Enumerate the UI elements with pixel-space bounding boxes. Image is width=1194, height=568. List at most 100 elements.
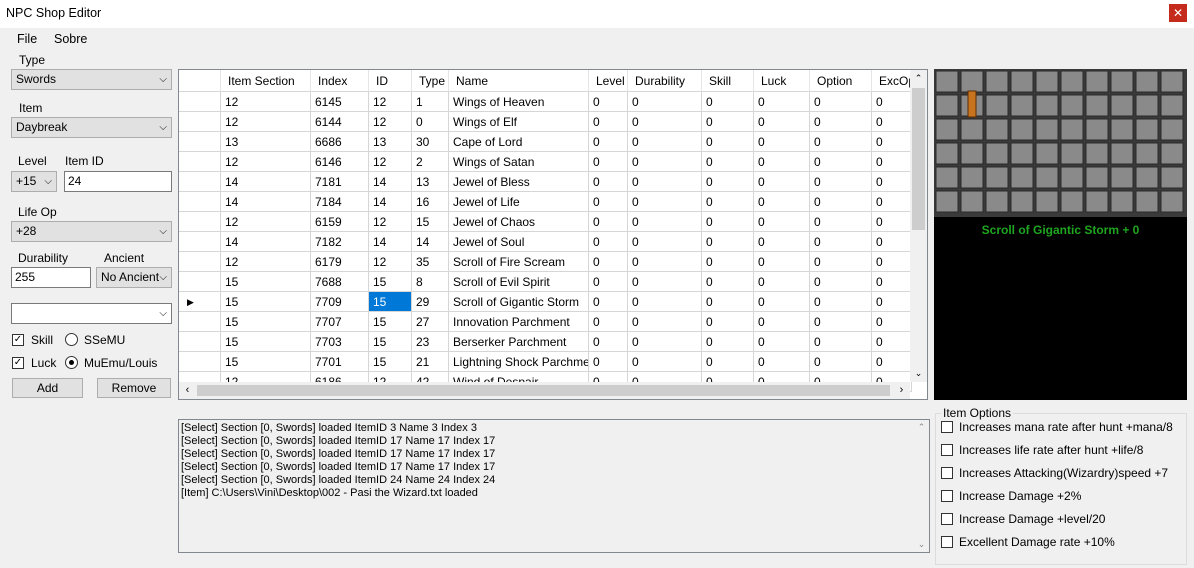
scroll-up-icon[interactable]: ⌃ xyxy=(910,70,927,87)
grid-cell[interactable]: 15 xyxy=(412,212,449,232)
grid-cell[interactable]: Jewel of Soul xyxy=(449,232,589,252)
grid-cell[interactable]: 7709 xyxy=(311,292,369,312)
row-header[interactable] xyxy=(179,172,221,192)
grid-cell[interactable]: 7688 xyxy=(311,272,369,292)
grid-cell[interactable]: 0 xyxy=(754,312,810,332)
grid-cell[interactable]: 0 xyxy=(628,292,702,312)
grid-cell[interactable]: 14 xyxy=(221,232,311,252)
row-header[interactable] xyxy=(179,312,221,332)
skill-checkbox[interactable]: ✓ xyxy=(12,334,24,346)
grid-cell[interactable]: 0 xyxy=(589,112,628,132)
grid-cell[interactable]: Scroll of Fire Scream xyxy=(449,252,589,272)
grid-cell[interactable]: 0 xyxy=(872,132,912,152)
grid-cell[interactable]: 0 xyxy=(702,352,754,372)
grid-cell[interactable]: 14 xyxy=(369,172,412,192)
grid-cell[interactable]: 15 xyxy=(369,292,412,312)
grid-cell[interactable]: 0 xyxy=(810,272,872,292)
grid-cell[interactable]: 0 xyxy=(702,232,754,252)
grid-cell[interactable]: 7184 xyxy=(311,192,369,212)
row-header[interactable] xyxy=(179,192,221,212)
scroll-down-icon[interactable]: ⌄ xyxy=(910,365,927,382)
items-grid[interactable]: Item Section Index ID Type Name Level Durabili… xyxy=(178,69,928,400)
grid-cell[interactable]: 21 xyxy=(412,352,449,372)
column-header[interactable]: ExcOp xyxy=(872,70,912,92)
grid-cell[interactable]: 15 xyxy=(221,292,311,312)
grid-cell[interactable]: 14 xyxy=(221,192,311,212)
grid-cell[interactable]: 8 xyxy=(412,272,449,292)
grid-cell[interactable]: 0 xyxy=(589,292,628,312)
menu-sobre[interactable]: Sobre xyxy=(54,32,87,46)
grid-cell[interactable]: Wings of Elf xyxy=(449,112,589,132)
grid-cell[interactable]: Berserker Parchment xyxy=(449,332,589,352)
grid-cell[interactable]: 0 xyxy=(589,132,628,152)
grid-cell[interactable]: 15 xyxy=(369,312,412,332)
grid-cell[interactable]: 6144 xyxy=(311,112,369,132)
grid-cell[interactable]: 12 xyxy=(369,92,412,112)
grid-cell[interactable]: 0 xyxy=(872,312,912,332)
grid-cell[interactable]: Wings of Satan xyxy=(449,152,589,172)
grid-cell[interactable]: 0 xyxy=(872,192,912,212)
grid-cell[interactable]: 0 xyxy=(702,252,754,272)
level-select[interactable]: +15 ⌵ xyxy=(11,171,57,192)
grid-cell[interactable]: 0 xyxy=(810,352,872,372)
grid-cell[interactable]: 2 xyxy=(412,152,449,172)
horizontal-scroll-thumb[interactable] xyxy=(197,385,890,396)
grid-cell[interactable]: 0 xyxy=(628,192,702,212)
grid-cell[interactable]: Jewel of Chaos xyxy=(449,212,589,232)
column-header[interactable]: Luck xyxy=(754,70,810,92)
column-header[interactable]: Item Section xyxy=(221,70,311,92)
grid-cell[interactable]: 0 xyxy=(589,332,628,352)
durability-input[interactable]: 255 xyxy=(11,267,91,288)
grid-cell[interactable]: 0 xyxy=(702,112,754,132)
vertical-scroll-thumb[interactable] xyxy=(912,88,925,230)
grid-cell[interactable]: 0 xyxy=(628,152,702,172)
luck-checkbox[interactable]: ✓ xyxy=(12,357,24,369)
item-option-checkbox[interactable] xyxy=(941,513,953,525)
muemu-radio[interactable] xyxy=(65,356,78,369)
grid-cell[interactable]: 0 xyxy=(872,272,912,292)
column-header[interactable]: Durability xyxy=(628,70,702,92)
scroll-left-icon[interactable]: ‹ xyxy=(179,382,196,399)
grid-cell[interactable]: 29 xyxy=(412,292,449,312)
row-header[interactable] xyxy=(179,352,221,372)
item-option-checkbox[interactable] xyxy=(941,467,953,479)
grid-cell[interactable]: 15 xyxy=(369,272,412,292)
grid-cell[interactable]: 0 xyxy=(810,92,872,112)
grid-cell[interactable]: 12 xyxy=(369,252,412,272)
grid-cell[interactable]: 0 xyxy=(589,252,628,272)
grid-cell[interactable]: 7707 xyxy=(311,312,369,332)
grid-cell[interactable]: 0 xyxy=(628,132,702,152)
grid-cell[interactable]: 0 xyxy=(872,112,912,132)
grid-cell[interactable]: 35 xyxy=(412,252,449,272)
grid-cell[interactable]: 0 xyxy=(628,92,702,112)
grid-cell[interactable]: 0 xyxy=(754,272,810,292)
scroll-up-icon[interactable]: ⌃ xyxy=(914,420,929,435)
horizontal-scrollbar[interactable]: ‹ › xyxy=(179,382,910,399)
item-option-checkbox[interactable] xyxy=(941,421,953,433)
grid-cell[interactable]: 0 xyxy=(810,192,872,212)
grid-cell[interactable]: 0 xyxy=(810,312,872,332)
grid-cell[interactable]: 0 xyxy=(702,272,754,292)
grid-cell[interactable]: 6179 xyxy=(311,252,369,272)
grid-cell[interactable]: 0 xyxy=(810,132,872,152)
grid-cell[interactable]: 14 xyxy=(369,232,412,252)
grid-cell[interactable]: 0 xyxy=(872,352,912,372)
grid-cell[interactable]: 6686 xyxy=(311,132,369,152)
grid-cell[interactable]: 15 xyxy=(221,332,311,352)
scroll-right-icon[interactable]: › xyxy=(893,382,910,399)
grid-cell[interactable]: 13 xyxy=(221,132,311,152)
log-scrollbar[interactable]: ⌃ ⌄ xyxy=(914,420,929,552)
grid-cell[interactable]: 6145 xyxy=(311,92,369,112)
column-header[interactable]: Level xyxy=(589,70,628,92)
grid-cell[interactable]: 7703 xyxy=(311,332,369,352)
grid-cell[interactable]: 12 xyxy=(221,152,311,172)
grid-cell[interactable]: 15 xyxy=(221,272,311,292)
scroll-down-icon[interactable]: ⌄ xyxy=(914,537,929,552)
row-header[interactable] xyxy=(179,212,221,232)
column-header[interactable]: Name xyxy=(449,70,589,92)
grid-cell[interactable]: 0 xyxy=(754,152,810,172)
ssemu-radio[interactable] xyxy=(65,333,78,346)
grid-cell[interactable]: Lightning Shock Parchment xyxy=(449,352,589,372)
type-select[interactable]: Swords ⌵ xyxy=(11,69,172,90)
grid-cell[interactable]: 0 xyxy=(702,332,754,352)
